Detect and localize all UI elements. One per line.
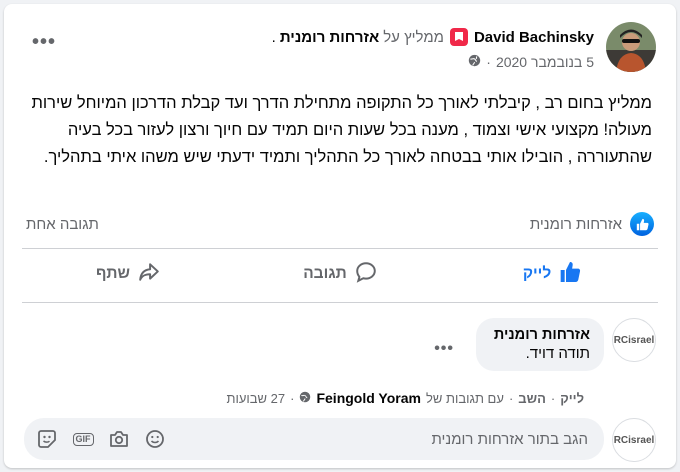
composer-tools: GIF [34, 426, 168, 452]
post-actions: לייק תגובה שתף [22, 254, 658, 294]
emoji-icon[interactable] [142, 426, 168, 452]
comment-like-link[interactable]: לייק [560, 391, 584, 406]
share-button[interactable]: שתף [22, 254, 234, 294]
divider [22, 248, 658, 249]
post-body: ממליץ בחום רב , קיבלתי לאורך כל התקופה מ… [31, 94, 652, 166]
comment-bubble: אזרחות רומנית תודה דויד. [476, 318, 604, 371]
comment-icon [355, 261, 377, 288]
camera-icon[interactable] [106, 426, 132, 452]
recommends-label: ממליץ על [383, 28, 444, 46]
comment-composer[interactable]: הגב בתור אזרחות רומנית GIF [24, 418, 604, 460]
author-avatar[interactable] [606, 22, 656, 72]
like-button[interactable]: לייק [446, 254, 658, 294]
meta-separator: · [550, 390, 556, 406]
sticker-icon[interactable] [34, 426, 60, 452]
post-stats: אזרחות רומנית תגובה אחת [26, 210, 654, 238]
comment-age[interactable]: 27 שבועות [226, 391, 285, 406]
responded-prefix: עם תגובות של [425, 390, 504, 406]
comment-meta: לייק · השב · עם תגובות של Feingold Yoram… [226, 390, 584, 406]
recommend-flag-icon [449, 28, 468, 46]
globe-icon [468, 54, 481, 70]
post-date[interactable]: 5 בנובמבר 2020 [496, 54, 594, 70]
thumbs-up-icon [559, 261, 581, 287]
globe-icon [299, 391, 311, 406]
period-punctuation: . [271, 28, 276, 46]
composer-placeholder: הגב בתור אזרחות רומנית [431, 430, 588, 448]
responded-name-link[interactable]: Feingold Yoram [316, 390, 421, 406]
commenter-avatar[interactable]: RCisrael [612, 318, 656, 362]
post-header: David Bachinsky ממליץ על אזרחות רומנית. [272, 28, 594, 46]
composer-avatar[interactable]: RCisrael [612, 418, 656, 462]
gif-icon[interactable]: GIF [70, 426, 96, 452]
recommended-page-link[interactable]: אזרחות רומנית [280, 29, 379, 46]
comment-button[interactable]: תגובה [234, 254, 446, 294]
commenter-name[interactable]: אזרחות רומנית [490, 327, 590, 343]
comment-text: תודה דויד. [525, 345, 590, 362]
likers-text: אזרחות רומנית [529, 215, 622, 233]
comment-options-button[interactable]: ••• [434, 340, 454, 358]
share-label: שתף [95, 265, 131, 282]
post-card: David Bachinsky ממליץ על אזרחות רומנית. … [4, 4, 676, 468]
comment-reply-link[interactable]: השב [518, 391, 546, 406]
like-reaction-icon [630, 212, 654, 236]
share-icon [138, 262, 160, 287]
post-meta: 5 בנובמבר 2020 · [468, 54, 594, 70]
comment-count[interactable]: תגובה אחת [26, 216, 99, 233]
reactions-summary[interactable]: אזרחות רומנית [530, 212, 654, 236]
meta-separator: · [486, 54, 491, 70]
meta-separator: · [508, 390, 514, 406]
divider [22, 302, 658, 303]
author-name[interactable]: David Bachinsky [474, 29, 594, 46]
meta-separator: · [290, 390, 295, 406]
comment-label: תגובה [303, 265, 347, 282]
post-options-button[interactable]: ••• [32, 32, 56, 52]
like-label: לייק [522, 265, 552, 282]
